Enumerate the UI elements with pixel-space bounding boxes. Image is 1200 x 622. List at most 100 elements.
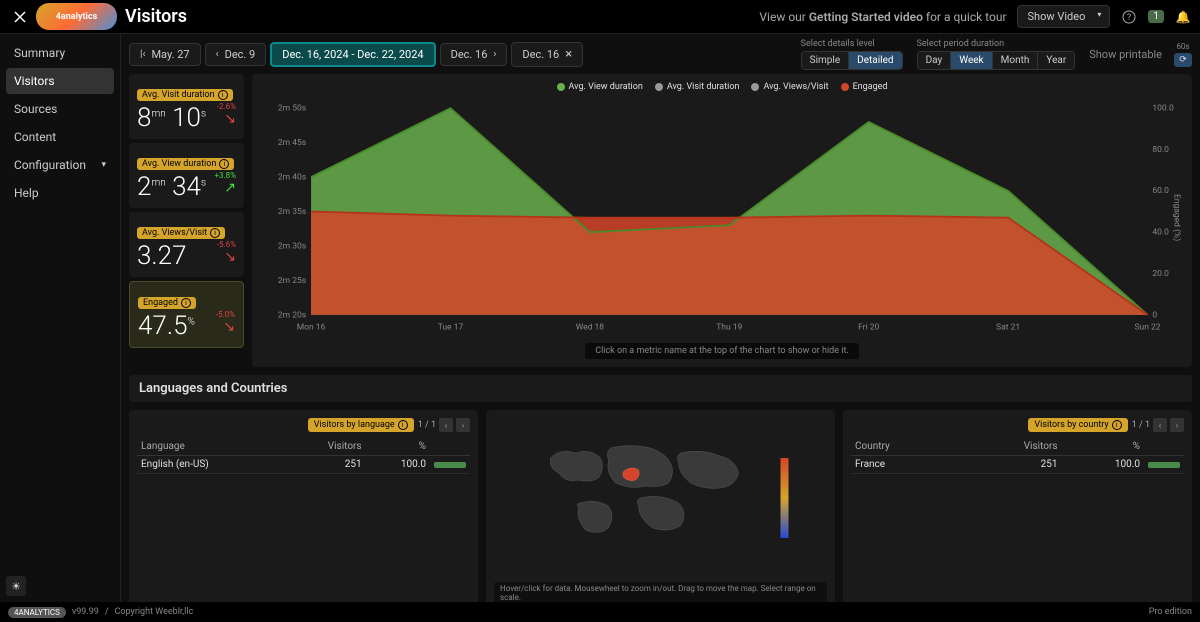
period-duration-label: Select period duration xyxy=(917,39,1076,49)
country-pager-prev[interactable]: ‹ xyxy=(1153,418,1167,432)
lang-pager-next[interactable]: › xyxy=(456,418,470,432)
svg-text:Wed 18: Wed 18 xyxy=(576,322,605,332)
info-icon[interactable]: i xyxy=(210,228,220,238)
visitors-by-country-panel: Visitors by countryi 1 / 1 ‹ › Country V… xyxy=(843,410,1192,602)
date-chip-prev[interactable]: ‹Dec. 9 xyxy=(205,43,267,66)
footer-version: v99.99 xyxy=(72,607,99,617)
lang-col-language: Language xyxy=(137,438,284,456)
visitors-by-language-panel: Visitors by languagei 1 / 1 ‹ › Language… xyxy=(129,410,478,602)
svg-text:Engaged (%): Engaged (%) xyxy=(1171,194,1182,241)
date-chip-close[interactable]: Dec. 16× xyxy=(511,42,583,67)
close-button[interactable] xyxy=(8,5,32,29)
date-chip-next[interactable]: Dec. 16› xyxy=(440,43,508,66)
lang-pager-text: 1 / 1 xyxy=(418,420,436,430)
svg-text:2m 50s: 2m 50s xyxy=(278,104,306,114)
info-icon[interactable]: i xyxy=(1112,420,1122,430)
map-hint: Hover/click for data. Mousewheel to zoom… xyxy=(494,582,827,602)
page-title: Visitors xyxy=(125,6,187,27)
tour-text: View our Getting Started video for a qui… xyxy=(759,10,1006,24)
sidebar-item-content[interactable]: Content xyxy=(6,124,114,150)
svg-text:2m 45s: 2m 45s xyxy=(278,138,306,148)
help-icon[interactable]: ? xyxy=(1120,8,1138,26)
svg-text:80.0: 80.0 xyxy=(1152,145,1169,155)
world-map[interactable] xyxy=(494,418,827,578)
svg-text:Thu 19: Thu 19 xyxy=(716,322,742,332)
date-chip-earliest[interactable]: |‹May. 27 xyxy=(129,43,201,66)
footer-copyright: Copyright Weeblr,llc xyxy=(115,607,194,617)
chart-hint: Click on a metric name at the top of the… xyxy=(585,343,859,359)
svg-text:Sat 21: Sat 21 xyxy=(996,322,1020,332)
svg-text:2m 20s: 2m 20s xyxy=(278,310,306,320)
legend-item[interactable]: Avg. View duration xyxy=(557,82,643,92)
metric-card-2[interactable]: Avg. Views/Visit i3.27-5.6%↘ xyxy=(129,212,244,277)
sidebar-item-configuration[interactable]: Configuration▾ xyxy=(6,152,114,178)
metric-card-1[interactable]: Avg. View duration i2mn 34s+3.8%↗ xyxy=(129,143,244,208)
svg-text:2m 30s: 2m 30s xyxy=(278,241,306,251)
period-week-button[interactable]: Week xyxy=(951,52,992,69)
period-day-button[interactable]: Day xyxy=(918,52,952,69)
legend-item[interactable]: Engaged xyxy=(841,82,888,92)
country-panel-title: Visitors by countryi xyxy=(1028,418,1127,432)
theme-toggle-button[interactable]: ☀ xyxy=(6,576,26,596)
main-chart-panel: Avg. View duration Avg. Visit duration Avg… xyxy=(252,74,1192,367)
metric-tag: Avg. Visit duration i xyxy=(137,89,233,101)
section-languages-countries-header: Languages and Countries xyxy=(129,375,1192,402)
show-printable-link[interactable]: Show printable xyxy=(1089,48,1162,61)
metric-card-0[interactable]: Avg. Visit duration i8mn 10s-2.6%↘ xyxy=(129,74,244,139)
date-chip-current[interactable]: Dec. 16, 2024 - Dec. 22, 2024 xyxy=(270,42,435,67)
info-icon[interactable]: i xyxy=(218,90,228,100)
metric-tag: Avg. View duration i xyxy=(137,158,234,170)
svg-text:Fri 20: Fri 20 xyxy=(858,322,879,332)
chevron-down-icon: ▾ xyxy=(101,160,106,170)
refresh-interval-label: 60s xyxy=(1176,42,1189,51)
main-chart[interactable]: 2m 20s2m 25s2m 30s2m 35s2m 40s2m 45s2m 5… xyxy=(260,96,1184,339)
show-video-dropdown[interactable]: Show Video xyxy=(1017,5,1111,28)
table-row[interactable]: English (en-US)251100.0 xyxy=(137,456,470,474)
svg-text:Mon 16: Mon 16 xyxy=(297,322,326,332)
lang-pager-prev[interactable]: ‹ xyxy=(439,418,453,432)
svg-text:100.0: 100.0 xyxy=(1152,104,1174,114)
metric-delta: -5.0%↘ xyxy=(216,310,235,335)
legend-item[interactable]: Avg. Views/Visit xyxy=(751,82,828,92)
period-month-button[interactable]: Month xyxy=(993,52,1039,69)
lang-panel-title: Visitors by languagei xyxy=(308,418,414,432)
refresh-button[interactable]: ⟳ xyxy=(1174,53,1192,67)
country-pager-next[interactable]: › xyxy=(1170,418,1184,432)
metric-tag: Engaged i xyxy=(138,297,196,309)
svg-text:2m 40s: 2m 40s xyxy=(278,172,306,182)
info-icon[interactable]: i xyxy=(219,159,229,169)
metric-delta: +3.8%↗ xyxy=(215,171,237,196)
table-row[interactable]: France251100.0 xyxy=(851,456,1184,474)
country-col-visitors: Visitors xyxy=(957,438,1061,456)
footer-edition: Pro edition xyxy=(1149,607,1192,617)
svg-text:Tue 17: Tue 17 xyxy=(438,322,464,332)
sidebar-item-help[interactable]: Help xyxy=(6,180,114,206)
svg-text:20.0: 20.0 xyxy=(1152,269,1169,279)
map-panel: Hover/click for data. Mousewheel to zoom… xyxy=(486,410,835,602)
sidebar-item-summary[interactable]: Summary xyxy=(6,40,114,66)
footer-logo: 4ANALYTICS xyxy=(8,607,66,618)
metric-card-3[interactable]: Engaged i47.5%-5.0%↘ xyxy=(129,281,244,348)
details-level-label: Select details level xyxy=(801,39,903,49)
svg-text:40.0: 40.0 xyxy=(1152,228,1169,238)
sidebar-item-visitors[interactable]: Visitors xyxy=(6,68,114,94)
info-icon[interactable]: i xyxy=(398,420,408,430)
bell-icon[interactable]: 🔔 xyxy=(1174,8,1192,26)
metric-delta: -5.6%↘ xyxy=(217,240,236,265)
legend-item[interactable]: Avg. Visit duration xyxy=(655,82,740,92)
info-icon[interactable]: i xyxy=(181,298,191,308)
details-detailed-button[interactable]: Detailed xyxy=(849,52,901,69)
svg-text:Sun 22: Sun 22 xyxy=(1134,322,1160,332)
country-col-country: Country xyxy=(851,438,957,456)
footer-sep: / xyxy=(105,607,109,617)
app-logo: 4analytics xyxy=(36,3,117,30)
details-simple-button[interactable]: Simple xyxy=(802,52,850,69)
sidebar-item-sources[interactable]: Sources xyxy=(6,96,114,122)
country-col-pct: % xyxy=(1062,438,1144,456)
period-year-button[interactable]: Year xyxy=(1038,52,1074,69)
notification-count-badge[interactable]: 1 xyxy=(1148,10,1164,23)
metric-tag: Avg. Views/Visit i xyxy=(137,227,225,239)
svg-text:?: ? xyxy=(1127,13,1131,23)
svg-text:0: 0 xyxy=(1152,310,1157,320)
lang-col-visitors: Visitors xyxy=(284,438,365,456)
